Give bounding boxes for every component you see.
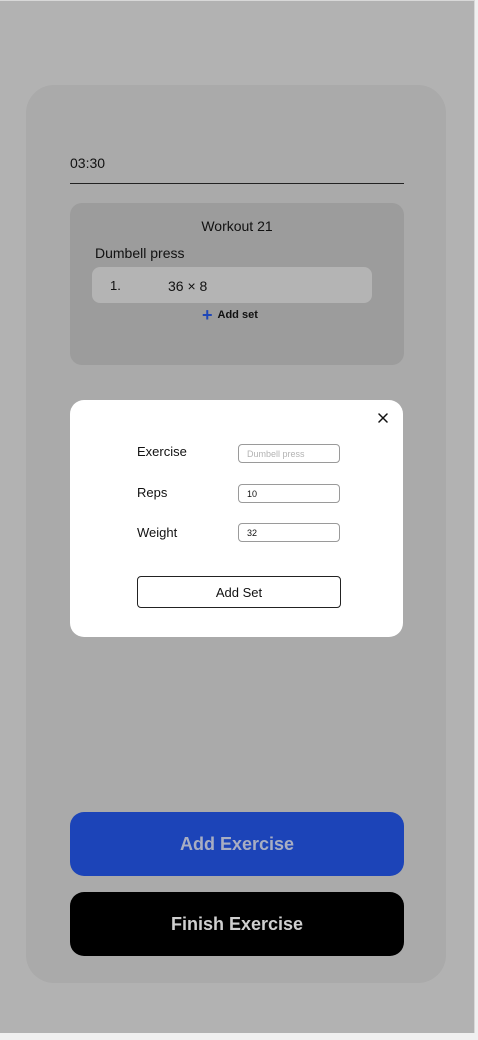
exercise-field[interactable] [238,444,340,463]
set-value: 36 × 8 [168,278,208,294]
add-set-button[interactable]: Add Set [137,576,341,608]
add-set-link[interactable]: + Add set [202,305,258,325]
finish-exercise-button[interactable]: Finish Exercise [70,892,404,956]
timer-divider [70,183,404,184]
exercise-name: Dumbell press [95,245,185,261]
app-screen: 03:30 Workout 21 Dumbell press 1. 36 × 8… [0,0,475,1033]
reps-field-label: Reps [137,485,168,500]
add-exercise-button[interactable]: Add Exercise [70,812,404,876]
workout-title: Workout 21 [201,218,273,234]
close-icon[interactable] [375,410,391,426]
set-row[interactable]: 1. 36 × 8 [92,267,372,303]
weight-field[interactable] [238,523,340,542]
exercise-field-label: Exercise [137,444,187,459]
weight-field-label: Weight [137,525,178,540]
workout-timer: 03:30 [70,155,106,171]
workout-card: Workout 21 Dumbell press 1. 36 × 8 + Add… [70,203,404,365]
plus-icon: + [202,305,213,325]
reps-field[interactable] [238,484,340,503]
add-set-link-label: Add set [217,309,258,321]
set-index: 1. [110,278,121,293]
add-set-modal: Exercise Reps Weight Add Set [70,400,403,637]
